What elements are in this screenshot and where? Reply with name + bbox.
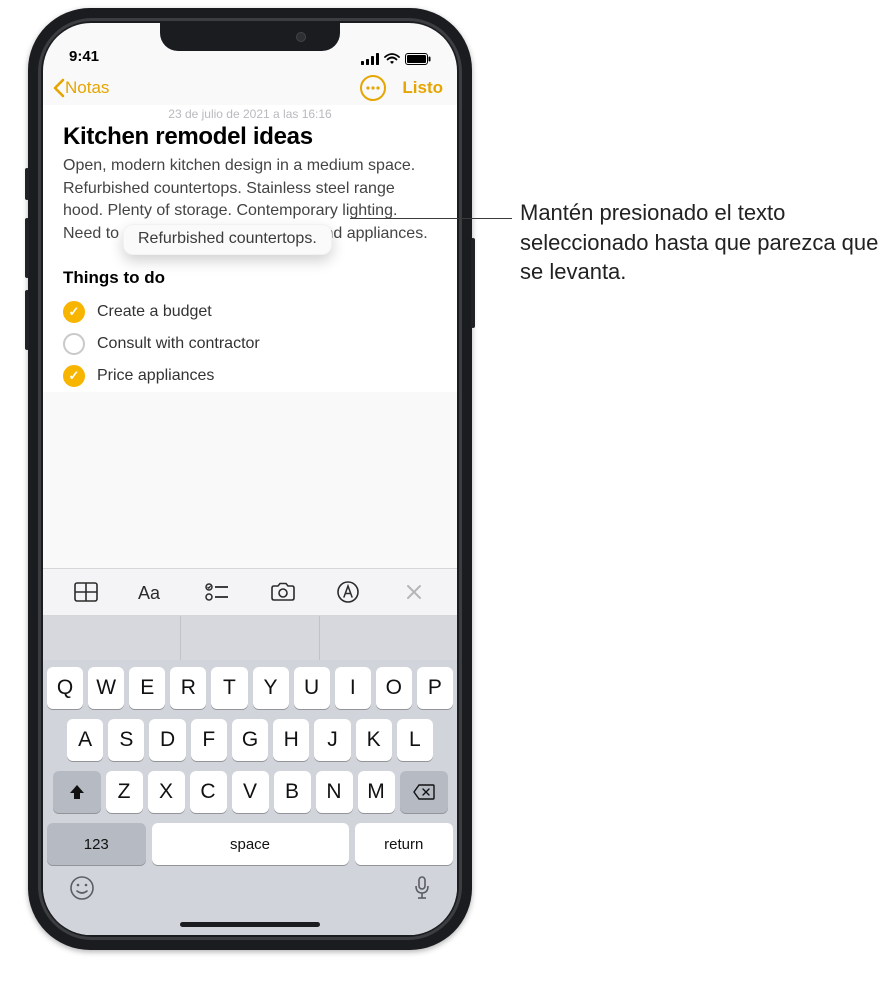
key-x[interactable]: X [148, 771, 185, 813]
return-key[interactable]: return [355, 823, 454, 865]
power-button [471, 238, 475, 328]
text-format-button[interactable]: Aa [127, 574, 175, 610]
key-g[interactable]: G [232, 719, 268, 761]
key-c[interactable]: C [190, 771, 227, 813]
wifi-icon [384, 53, 400, 65]
battery-icon [405, 53, 431, 65]
key-d[interactable]: D [149, 719, 185, 761]
checklist-label: Consult with contractor [97, 335, 260, 353]
key-q[interactable]: Q [47, 667, 83, 709]
key-z[interactable]: Z [106, 771, 143, 813]
dragged-selection[interactable]: Refurbished countertops. [123, 224, 332, 255]
checklist-item[interactable]: Price appliances [63, 360, 437, 392]
camera-button[interactable] [259, 574, 307, 610]
volume-silent-switch [25, 168, 29, 200]
key-v[interactable]: V [232, 771, 269, 813]
check-circle[interactable] [63, 301, 85, 323]
numbers-key[interactable]: 123 [47, 823, 146, 865]
volume-up-button [25, 218, 29, 278]
suggestion-1[interactable] [43, 616, 181, 660]
suggestion-3[interactable] [320, 616, 457, 660]
predictive-bar [43, 616, 457, 660]
key-h[interactable]: H [273, 719, 309, 761]
status-time: 9:41 [69, 48, 99, 65]
key-a[interactable]: A [67, 719, 103, 761]
key-m[interactable]: M [358, 771, 395, 813]
checklist-label: Price appliances [97, 367, 214, 385]
status-indicators [361, 53, 431, 65]
markup-button[interactable] [324, 574, 372, 610]
emoji-key[interactable] [69, 875, 95, 901]
dictation-key[interactable] [413, 875, 431, 901]
key-r[interactable]: R [170, 667, 206, 709]
checklist-item[interactable]: Create a budget [63, 296, 437, 328]
notch [160, 23, 340, 51]
key-l[interactable]: L [397, 719, 433, 761]
back-label: Notas [65, 78, 109, 98]
delete-key[interactable] [400, 771, 448, 813]
key-b[interactable]: B [274, 771, 311, 813]
key-f[interactable]: F [191, 719, 227, 761]
suggestion-2[interactable] [181, 616, 319, 660]
home-indicator[interactable] [180, 922, 320, 927]
text-format-icon: Aa [138, 582, 164, 602]
key-n[interactable]: N [316, 771, 353, 813]
more-button[interactable] [360, 75, 386, 101]
key-y[interactable]: Y [253, 667, 289, 709]
format-toolbar: Aa [43, 568, 457, 616]
key-e[interactable]: E [129, 667, 165, 709]
space-key[interactable]: space [152, 823, 349, 865]
table-icon [74, 582, 98, 602]
cellular-icon [361, 53, 379, 65]
key-s[interactable]: S [108, 719, 144, 761]
callout-text: Mantén presionado el texto seleccionado … [520, 198, 880, 287]
checklist-label: Create a budget [97, 303, 212, 321]
phone-frame: 9:41 Notas Listo 23 de julio de 202 [28, 8, 472, 950]
checklist[interactable]: Create a budget Consult with contractor Pr… [63, 296, 437, 392]
check-circle[interactable] [63, 333, 85, 355]
subheading[interactable]: Things to do [63, 268, 437, 288]
key-w[interactable]: W [88, 667, 124, 709]
volume-down-button [25, 290, 29, 350]
key-j[interactable]: J [314, 719, 350, 761]
camera-icon [270, 582, 296, 602]
checklist-icon [205, 582, 229, 602]
markup-icon [337, 581, 359, 603]
key-t[interactable]: T [211, 667, 247, 709]
key-p[interactable]: P [417, 667, 453, 709]
key-o[interactable]: O [376, 667, 412, 709]
ellipsis-icon [366, 86, 380, 90]
check-circle[interactable] [63, 365, 85, 387]
close-icon [405, 583, 423, 601]
nav-bar: Notas Listo [43, 67, 457, 105]
checklist-item[interactable]: Consult with contractor [63, 328, 437, 360]
key-u[interactable]: U [294, 667, 330, 709]
shift-key[interactable] [53, 771, 101, 813]
key-k[interactable]: K [356, 719, 392, 761]
keyboard: QWERTYUIOP ASDFGHJKL ZXCVBNM 123 space r… [43, 660, 457, 935]
shift-icon [68, 783, 86, 801]
back-button[interactable]: Notas [51, 77, 109, 99]
key-i[interactable]: I [335, 667, 371, 709]
done-button[interactable]: Listo [402, 78, 443, 98]
note-title[interactable]: Kitchen remodel ideas [63, 123, 437, 151]
checklist-button[interactable] [193, 574, 241, 610]
backspace-icon [413, 784, 435, 800]
svg-text:Aa: Aa [138, 583, 161, 602]
close-toolbar-button[interactable] [390, 574, 438, 610]
screen: 9:41 Notas Listo 23 de julio de 202 [43, 23, 457, 935]
callout-line [350, 218, 512, 219]
table-button[interactable] [62, 574, 110, 610]
